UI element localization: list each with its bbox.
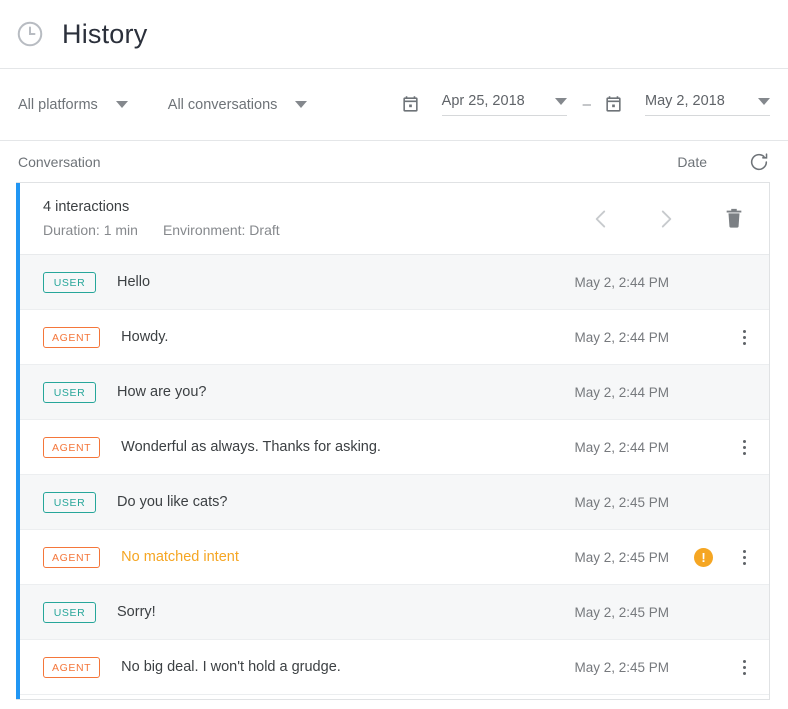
- column-header-row: Conversation Date: [0, 141, 788, 182]
- start-date-field[interactable]: Apr 25, 2018: [401, 93, 567, 116]
- chevron-left-icon[interactable]: [588, 206, 614, 232]
- message-row-right: May 2, 2:44 PM: [574, 327, 753, 347]
- message-row[interactable]: AGENT No big deal. I won't hold a grudge.…: [20, 640, 769, 695]
- user-role-badge[interactable]: USER: [43, 492, 96, 513]
- message-row-right: May 2, 2:45 PM: [574, 657, 753, 677]
- chevron-down-icon: [116, 101, 128, 108]
- message-row[interactable]: USER Sorry! May 2, 2:45 PM: [20, 585, 769, 640]
- page-title: History: [62, 19, 147, 50]
- user-role-badge[interactable]: USER: [43, 272, 96, 293]
- agent-role-badge[interactable]: AGENT: [43, 327, 100, 348]
- message-row[interactable]: USER Do you like cats? May 2, 2:45 PM: [20, 475, 769, 530]
- end-date-value: May 2, 2018: [645, 93, 725, 109]
- message-text: No big deal. I won't hold a grudge.: [121, 659, 341, 675]
- chevron-right-icon[interactable]: [653, 206, 679, 232]
- page-header: History: [0, 0, 788, 69]
- message-row[interactable]: AGENT Howdy. May 2, 2:44 PM: [20, 310, 769, 365]
- more-options-icon[interactable]: [735, 437, 753, 457]
- conversation-card-inner: 4 interactions Duration: 1 min Environme…: [20, 183, 769, 699]
- message-row-right: May 2, 2:44 PM: [574, 385, 753, 400]
- chevron-down-icon: [555, 98, 567, 105]
- message-row-right: May 2, 2:45 PM!: [574, 547, 753, 567]
- message-timestamp: May 2, 2:45 PM: [574, 495, 669, 510]
- agent-role-badge[interactable]: AGENT: [43, 657, 100, 678]
- message-timestamp: May 2, 2:44 PM: [574, 440, 669, 455]
- message-row[interactable]: AGENT No matched intent May 2, 2:45 PM!: [20, 530, 769, 585]
- more-options-icon[interactable]: [735, 547, 753, 567]
- user-role-badge[interactable]: USER: [43, 602, 96, 623]
- conversation-meta: Duration: 1 min Environment: Draft: [43, 222, 280, 238]
- column-header-date: Date: [677, 154, 707, 170]
- column-header-conversation: Conversation: [18, 154, 101, 170]
- message-row-right: May 2, 2:44 PM: [574, 437, 753, 457]
- message-row[interactable]: USER How are you? May 2, 2:44 PM: [20, 365, 769, 420]
- calendar-icon: [401, 95, 420, 114]
- message-row[interactable]: USER Hello May 2, 2:44 PM: [20, 255, 769, 310]
- refresh-icon[interactable]: [748, 151, 770, 173]
- message-row[interactable]: AGENT Wonderful as always. Thanks for ask…: [20, 420, 769, 475]
- conversation-card: 4 interactions Duration: 1 min Environme…: [16, 182, 770, 700]
- filter-bar: All platforms All conversations Apr 25, …: [0, 69, 788, 141]
- end-date-input[interactable]: May 2, 2018: [645, 93, 770, 116]
- message-text: Sorry!: [117, 604, 156, 620]
- more-options-icon[interactable]: [735, 657, 753, 677]
- user-role-badge[interactable]: USER: [43, 382, 96, 403]
- chevron-down-icon: [758, 98, 770, 105]
- conversations-filter-dropdown[interactable]: All conversations: [168, 97, 308, 113]
- more-options-icon[interactable]: [735, 327, 753, 347]
- platform-filter-dropdown[interactable]: All platforms: [18, 97, 128, 113]
- warning-icon[interactable]: !: [694, 548, 713, 567]
- conversation-summary-texts: 4 interactions Duration: 1 min Environme…: [43, 199, 280, 238]
- message-timestamp: May 2, 2:45 PM: [574, 605, 669, 620]
- message-text: How are you?: [117, 384, 206, 400]
- agent-role-badge[interactable]: AGENT: [43, 437, 100, 458]
- interactions-count: 4 interactions: [43, 199, 280, 215]
- message-timestamp: May 2, 2:44 PM: [574, 275, 669, 290]
- conversations-filter-label: All conversations: [168, 97, 278, 113]
- calendar-icon: [604, 95, 623, 114]
- start-date-value: Apr 25, 2018: [442, 93, 525, 109]
- message-row-right: May 2, 2:44 PM: [574, 275, 753, 290]
- trash-icon[interactable]: [723, 207, 745, 231]
- conversation-card-wrapper: 4 interactions Duration: 1 min Environme…: [0, 182, 788, 700]
- message-text: Wonderful as always. Thanks for asking.: [121, 439, 381, 455]
- conversation-duration: Duration: 1 min: [43, 222, 138, 238]
- message-text: No matched intent: [121, 549, 239, 565]
- date-range-separator: –: [583, 96, 591, 113]
- clock-icon: [15, 19, 45, 49]
- chevron-down-icon: [295, 101, 307, 108]
- conversation-actions: [588, 206, 753, 232]
- message-list: USER Hello May 2, 2:44 PM AGENT Howdy. May 2,…: [20, 255, 769, 699]
- conversation-environment: Environment: Draft: [163, 222, 280, 238]
- message-text: Do you like cats?: [117, 494, 227, 510]
- start-date-input[interactable]: Apr 25, 2018: [442, 93, 567, 116]
- agent-role-badge[interactable]: AGENT: [43, 547, 100, 568]
- date-range-picker: Apr 25, 2018 – May 2, 2018: [401, 93, 770, 116]
- message-timestamp: May 2, 2:45 PM: [574, 660, 669, 675]
- conversation-accent-bar: [16, 183, 20, 699]
- message-text: Howdy.: [121, 329, 168, 345]
- message-row-right: May 2, 2:45 PM: [574, 495, 753, 510]
- message-timestamp: May 2, 2:45 PM: [574, 550, 669, 565]
- conversation-summary[interactable]: 4 interactions Duration: 1 min Environme…: [20, 183, 769, 255]
- end-date-field[interactable]: May 2, 2018: [604, 93, 770, 116]
- message-text: Hello: [117, 274, 150, 290]
- message-timestamp: May 2, 2:44 PM: [574, 330, 669, 345]
- platform-filter-label: All platforms: [18, 97, 98, 113]
- message-timestamp: May 2, 2:44 PM: [574, 385, 669, 400]
- message-row-right: May 2, 2:45 PM: [574, 605, 753, 620]
